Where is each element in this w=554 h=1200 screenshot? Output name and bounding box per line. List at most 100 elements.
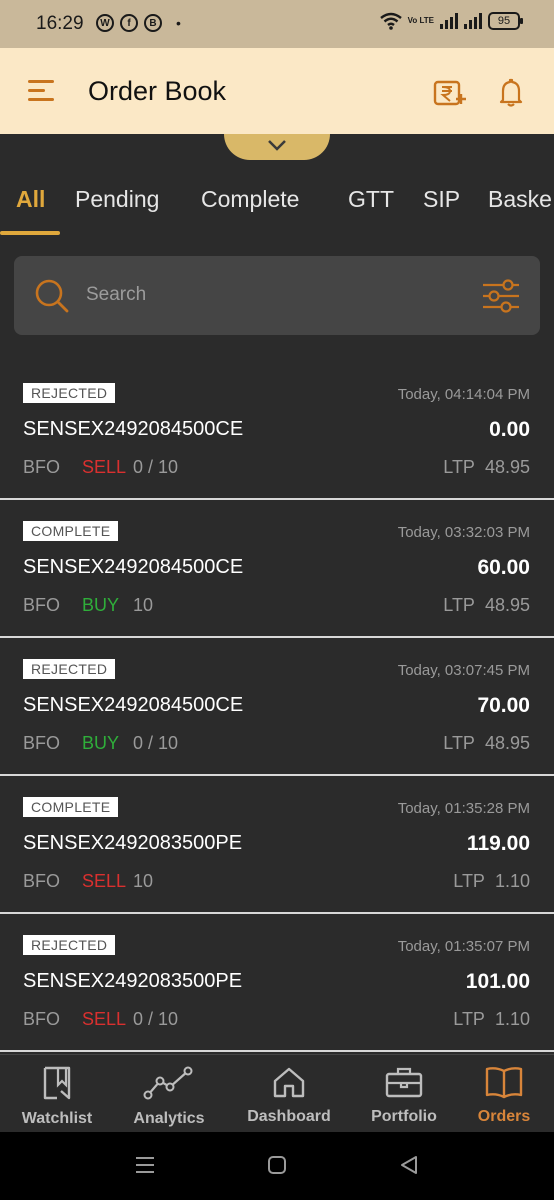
order-meta: BFO BUY 10 (23, 595, 153, 616)
order-time: Today, 03:07:45 PM (397, 662, 530, 679)
order-price: 0.00 (489, 418, 530, 441)
order-meta: BFO SELL 0 / 10 (23, 457, 178, 478)
order-meta: BFO SELL 10 (23, 871, 153, 892)
order-item[interactable]: COMPLETE Today, 01:35:28 PM SENSEX249208… (0, 776, 554, 914)
ltp-label: LTP (443, 733, 475, 753)
status-badge: REJECTED (23, 935, 116, 955)
facebook-icon: f (120, 14, 138, 32)
home-icon (273, 1067, 305, 1098)
ltp-label: LTP (453, 871, 485, 891)
bell-icon[interactable] (495, 76, 529, 110)
order-price: 119.00 (466, 832, 530, 855)
order-item[interactable]: REJECTED Today, 03:07:45 PM SENSEX249208… (0, 638, 554, 776)
back-icon[interactable] (398, 1154, 420, 1176)
order-time: Today, 03:32:03 PM (397, 524, 530, 541)
search-input[interactable] (86, 278, 446, 312)
status-time: 16:29 (36, 13, 84, 34)
order-symbol: SENSEX2492084500CE (23, 556, 244, 578)
order-symbol: SENSEX2492083500PE (23, 832, 243, 854)
tab-all[interactable]: All (16, 186, 45, 213)
order-side: BUY (82, 733, 120, 753)
order-price: 101.00 (465, 970, 530, 993)
order-time: Today, 01:35:28 PM (397, 800, 530, 817)
briefcase-icon (385, 1067, 423, 1098)
order-side: SELL (82, 1009, 127, 1029)
nav-portfolio[interactable]: Portfolio (366, 1065, 442, 1126)
order-meta: BFO SELL 0 / 10 (23, 1009, 178, 1030)
status-badge: COMPLETE (23, 521, 119, 541)
order-meta: BFO BUY 0 / 10 (23, 733, 178, 754)
order-side: SELL (82, 871, 127, 891)
signal-icon (440, 13, 458, 29)
b-app-icon: B (144, 14, 162, 32)
menu-icon[interactable] (28, 80, 56, 102)
order-ltp: LTP 1.10 (443, 871, 530, 892)
ltp-label: LTP (443, 595, 475, 615)
order-side: SELL (82, 457, 127, 477)
order-ltp: LTP 48.95 (433, 457, 530, 478)
system-navigation-bar (0, 1132, 554, 1200)
order-quantity: 10 (133, 595, 154, 615)
filter-icon[interactable] (482, 278, 520, 314)
app-header: Order Book (0, 48, 554, 134)
recents-icon[interactable] (134, 1154, 156, 1176)
active-tab-indicator (0, 231, 60, 235)
signal-2-icon (464, 13, 482, 29)
nav-dashboard[interactable]: Dashboard (243, 1065, 335, 1126)
volte-indicator: Vo LTE (407, 16, 434, 25)
ltp-value: 48.95 (484, 595, 530, 615)
whatsapp-icon: W (96, 14, 114, 32)
order-symbol: SENSEX2492084500CE (23, 418, 244, 440)
home-button-icon[interactable] (266, 1154, 288, 1176)
nav-label: Watchlist (21, 1110, 93, 1127)
chevron-down-icon (268, 140, 286, 151)
tab-basket[interactable]: Baske (488, 186, 552, 213)
order-quantity: 0 / 10 (133, 457, 179, 477)
nav-label: Analytics (133, 1110, 205, 1127)
order-tabs: All Pending Complete GTT SIP Baske (0, 182, 554, 238)
status-app-icons: W f B • (96, 14, 181, 32)
order-exchange: BFO (23, 457, 61, 477)
wifi-icon (379, 12, 402, 30)
collapse-toggle[interactable] (224, 134, 330, 160)
status-badge: REJECTED (23, 659, 116, 679)
status-badge: REJECTED (23, 383, 116, 403)
nav-watchlist[interactable]: Watchlist (18, 1065, 96, 1128)
order-time: Today, 01:35:07 PM (397, 938, 530, 955)
order-side: BUY (82, 595, 120, 615)
tab-pending[interactable]: Pending (75, 186, 159, 213)
order-quantity: 10 (133, 871, 154, 891)
page-title: Order Book (88, 76, 227, 106)
ltp-label: LTP (453, 1009, 485, 1029)
order-list: REJECTED Today, 04:14:04 PM SENSEX249208… (0, 362, 554, 1052)
order-ltp: LTP 48.95 (433, 595, 530, 616)
analytics-icon (143, 1066, 193, 1100)
nav-label: Portfolio (371, 1108, 437, 1125)
order-item[interactable]: REJECTED Today, 04:14:04 PM SENSEX249208… (0, 362, 554, 500)
tab-sip[interactable]: SIP (423, 186, 460, 213)
order-exchange: BFO (23, 733, 61, 753)
order-item[interactable]: COMPLETE Today, 03:32:03 PM SENSEX249208… (0, 500, 554, 638)
tab-complete[interactable]: Complete (201, 186, 299, 213)
ltp-value: 48.95 (484, 457, 530, 477)
ltp-value: 1.10 (494, 1009, 530, 1029)
order-symbol: SENSEX2492084500CE (23, 694, 244, 716)
order-time: Today, 04:14:04 PM (397, 386, 530, 403)
order-item[interactable]: REJECTED Today, 01:35:07 PM SENSEX249208… (0, 914, 554, 1052)
bottom-navigation: Watchlist Analytics Dashboard Portfolio … (0, 1054, 554, 1132)
book-icon (485, 1067, 523, 1099)
order-price: 60.00 (477, 556, 530, 579)
nav-label: Orders (477, 1108, 531, 1125)
ltp-value: 1.10 (494, 871, 530, 891)
nav-analytics[interactable]: Analytics (130, 1065, 208, 1128)
order-exchange: BFO (23, 595, 61, 615)
nav-orders[interactable]: Orders (473, 1065, 535, 1126)
tab-gtt[interactable]: GTT (348, 186, 394, 213)
status-indicators: Vo LTE 95 (379, 12, 523, 30)
rupee-add-icon[interactable] (433, 76, 467, 110)
order-exchange: BFO (23, 1009, 61, 1029)
search-bar (14, 256, 540, 335)
ltp-label: LTP (443, 457, 475, 477)
battery-icon: 95 (488, 12, 523, 30)
bookmark-icon (43, 1066, 71, 1100)
